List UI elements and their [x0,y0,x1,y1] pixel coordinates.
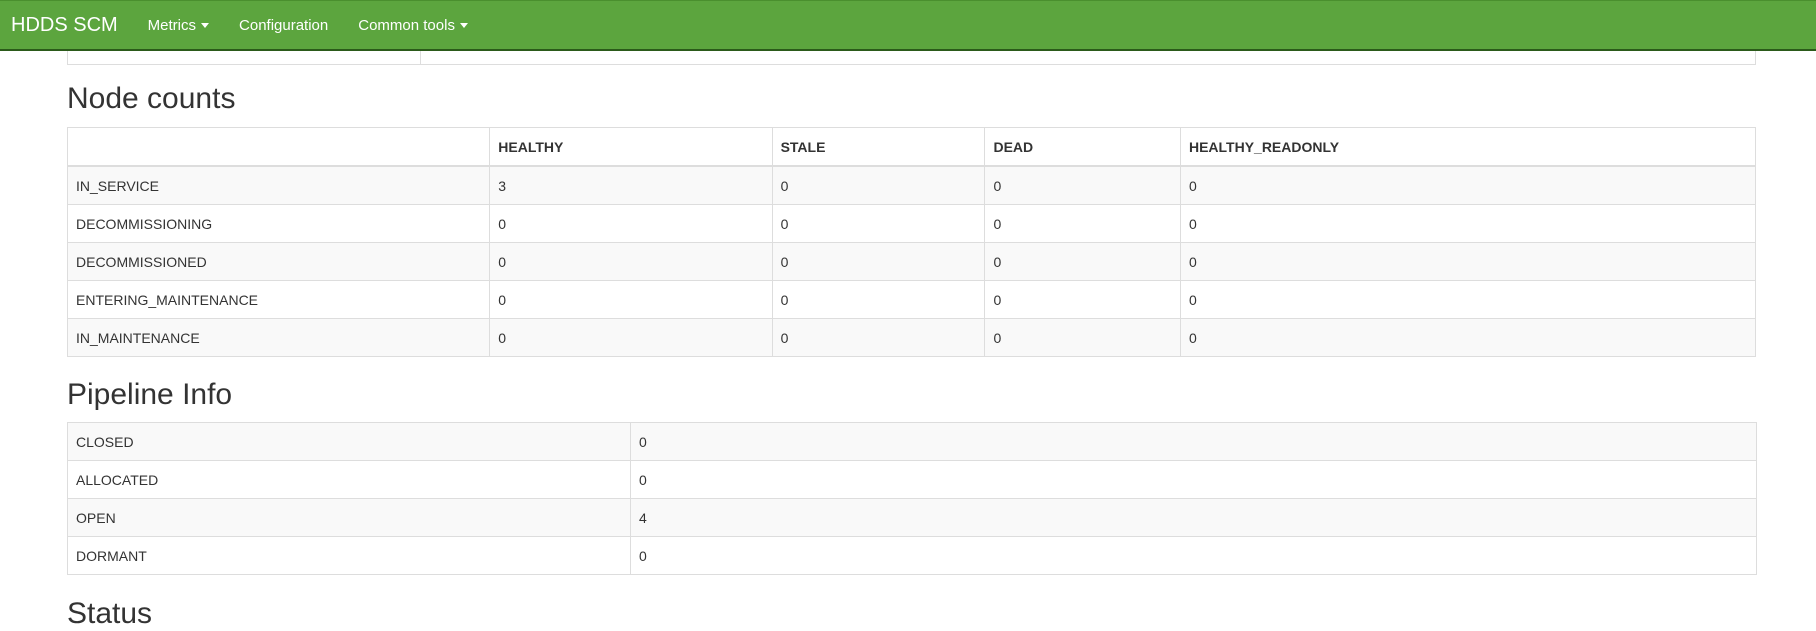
column-header-healthy-readonly: HEALTHY_READONLY [1179,127,1757,167]
brand-link[interactable]: HDDS SCM [0,14,133,37]
node-counts-table: HEALTHY STALE DEAD HEALTHY_READONLY IN_S… [66,127,1757,357]
column-header-stale: STALE [771,127,986,167]
table-cell: 0 [771,318,986,357]
table-cell: 0 [984,204,1181,243]
table-cell: 0 [489,204,773,243]
row-label: IN_MAINTENANCE [66,318,491,357]
table-row: ALLOCATED 0 [67,460,1757,499]
table-cell: 0 [771,204,986,243]
row-label: DORMANT [67,536,631,575]
row-label: DECOMMISSIONING [66,204,491,243]
table-cell: 0 [1179,204,1757,243]
table-row: IN_SERVICE 3 0 0 0 [66,165,1757,205]
previous-table-bottom [67,51,1756,65]
table-cell: 0 [984,165,1181,205]
top-navbar: HDDS SCM Metrics Configuration Common to… [0,0,1816,51]
table-cell: 0 [771,242,986,281]
table-cell: 0 [1179,165,1757,205]
table-cell: 0 [984,280,1181,319]
table-row: ENTERING_MAINTENANCE 0 0 0 0 [66,280,1757,319]
table-cell: 0 [984,242,1181,281]
main-content: Node counts HEALTHY STALE DEAD HEALTHY_R… [66,51,1757,631]
table-cell: 3 [489,165,773,205]
column-header [66,127,491,167]
row-label: OPEN [67,498,631,537]
table-cell: 0 [1179,242,1757,281]
table-cell: 0 [771,280,986,319]
table-cell: 4 [630,498,1757,537]
nav-metrics-label: Metrics [147,16,197,34]
row-label: ENTERING_MAINTENANCE [66,280,491,319]
pipeline-info-heading: Pipeline Info [67,378,233,411]
table-row: DECOMMISSIONED 0 0 0 0 [66,242,1757,281]
row-label: ALLOCATED [67,460,631,499]
caret-down-icon [459,22,468,28]
table-cell: 0 [630,422,1757,461]
table-row: DECOMMISSIONING 0 0 0 0 [66,204,1757,243]
nav-configuration-link[interactable]: Configuration [224,17,343,34]
column-header-healthy: HEALTHY [489,127,773,167]
caret-down-icon [201,22,210,28]
table-row: CLOSED 0 [67,422,1757,461]
table-header-row: HEALTHY STALE DEAD HEALTHY_READONLY [66,127,1757,167]
nav-common-tools-label: Common tools [358,16,455,34]
row-label: IN_SERVICE [66,165,491,205]
table-cell: 0 [489,242,773,281]
status-heading: Status [67,597,153,630]
table-cell: 0 [630,460,1757,499]
node-counts-heading: Node counts [67,82,236,115]
table-cell: 0 [489,280,773,319]
table-divider [420,51,421,64]
table-row: IN_MAINTENANCE 0 0 0 0 [66,318,1757,357]
table-cell: 0 [1179,280,1757,319]
table-cell: 0 [984,318,1181,357]
table-row: DORMANT 0 [67,536,1757,575]
table-cell: 0 [1179,318,1757,357]
table-cell: 0 [630,536,1757,575]
nav-metrics-dropdown[interactable]: Metrics [133,17,224,34]
table-cell: 0 [489,318,773,357]
nav-configuration-label: Configuration [239,16,329,34]
row-label: CLOSED [67,422,631,461]
pipeline-info-table: CLOSED 0 ALLOCATED 0 OPEN 4 DORMANT 0 [67,422,1757,575]
table-cell: 0 [771,165,986,205]
table-row: OPEN 4 [67,498,1757,537]
nav-common-tools-dropdown[interactable]: Common tools [343,17,483,34]
row-label: DECOMMISSIONED [66,242,491,281]
column-header-dead: DEAD [984,127,1181,167]
